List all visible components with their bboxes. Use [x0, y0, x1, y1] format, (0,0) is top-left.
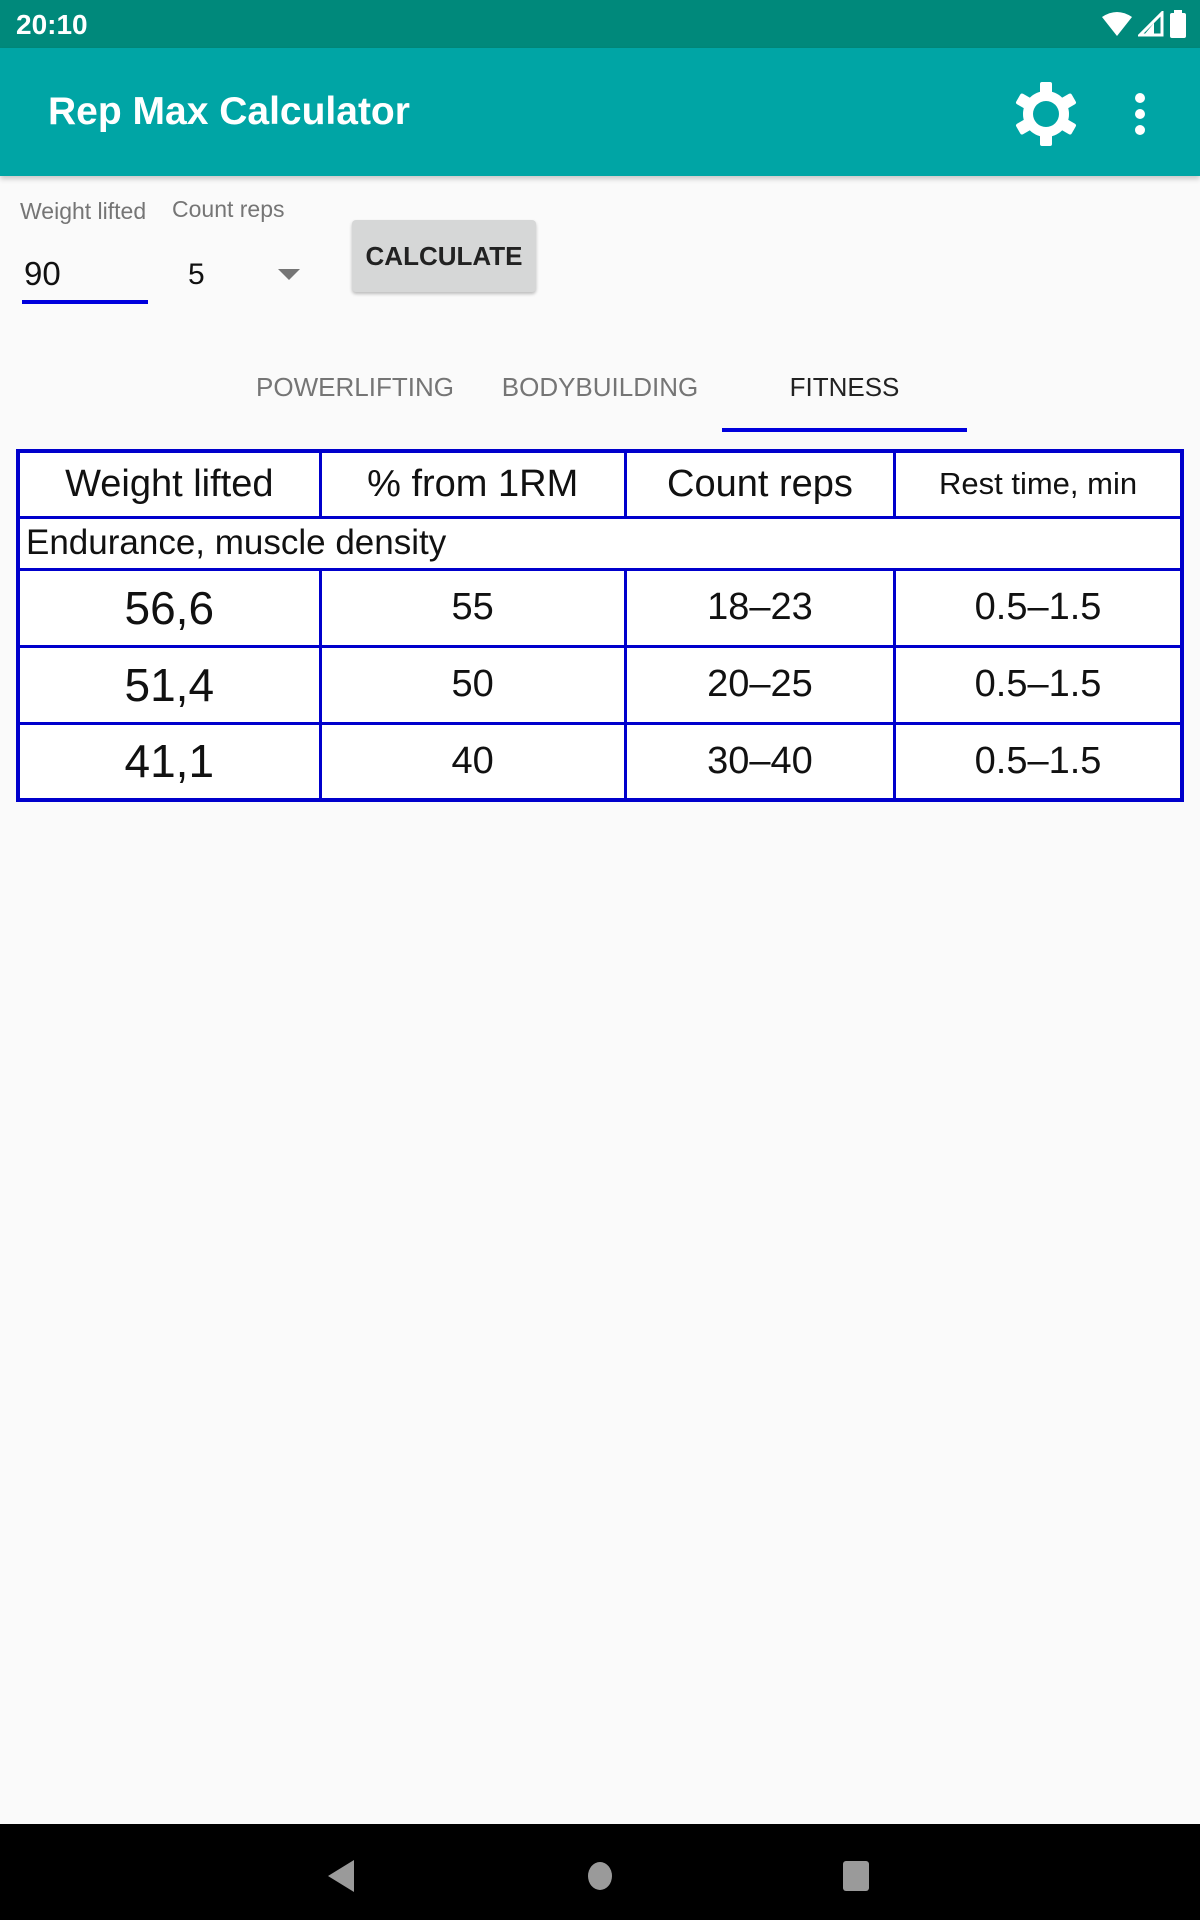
back-icon[interactable]: [328, 1860, 354, 1892]
cell-rest: 0.5–1.5: [893, 721, 1184, 802]
status-icons: [1102, 10, 1186, 38]
reps-spinner[interactable]: 5: [186, 248, 306, 304]
status-bar: 20:10: [0, 0, 1200, 48]
table-row: 56,6 55 18–23 0.5–1.5: [16, 567, 1184, 648]
dropdown-arrow-icon: [278, 269, 300, 280]
home-icon[interactable]: [588, 1862, 612, 1890]
header-percent: % from 1RM: [318, 449, 627, 519]
battery-icon: [1170, 10, 1186, 38]
header-reps: Count reps: [623, 449, 897, 519]
cell-percent: 50: [318, 644, 627, 725]
tab-fitness[interactable]: FITNESS: [722, 362, 967, 434]
cell-weight: 56,6: [16, 567, 322, 648]
table-row: 41,1 40 30–40 0.5–1.5: [16, 721, 1184, 802]
app-bar: Rep Max Calculator: [0, 48, 1200, 176]
cell-weight: 51,4: [16, 644, 322, 725]
table-row: 51,4 50 20–25 0.5–1.5: [16, 644, 1184, 725]
weight-label: Weight lifted: [20, 198, 147, 224]
cell-weight: 41,1: [16, 721, 322, 802]
more-vert-icon[interactable]: [1120, 84, 1160, 144]
cell-reps: 20–25: [623, 644, 897, 725]
status-time: 20:10: [16, 9, 88, 40]
tab-powerlifting[interactable]: POWERLIFTING: [242, 362, 468, 434]
recents-icon[interactable]: [843, 1861, 869, 1891]
tab-indicator: [722, 428, 967, 432]
header-weight: Weight lifted: [16, 449, 322, 519]
cell-rest: 0.5–1.5: [893, 644, 1184, 725]
signal-icon: [1138, 11, 1164, 37]
reps-label: Count reps: [172, 196, 285, 222]
section-title: Endurance, muscle density: [16, 515, 1184, 571]
wifi-icon: [1102, 12, 1132, 36]
header-rest: Rest time, min: [893, 449, 1184, 519]
section-row: Endurance, muscle density: [16, 515, 1184, 571]
gear-icon[interactable]: [1012, 80, 1080, 148]
cell-reps: 18–23: [623, 567, 897, 648]
table-header-row: Weight lifted % from 1RM Count reps Rest…: [16, 449, 1184, 519]
calculate-button[interactable]: CALCULATE: [352, 220, 536, 292]
cell-percent: 40: [318, 721, 627, 802]
reps-value: 5: [188, 258, 205, 291]
cell-percent: 55: [318, 567, 627, 648]
results-table: Weight lifted % from 1RM Count reps Rest…: [16, 449, 1184, 802]
cell-rest: 0.5–1.5: [893, 567, 1184, 648]
tab-bodybuilding[interactable]: BODYBUILDING: [488, 362, 712, 434]
navigation-bar: [0, 1824, 1200, 1920]
app-title: Rep Max Calculator: [48, 90, 410, 133]
weight-input[interactable]: [22, 248, 148, 304]
cell-reps: 30–40: [623, 721, 897, 802]
